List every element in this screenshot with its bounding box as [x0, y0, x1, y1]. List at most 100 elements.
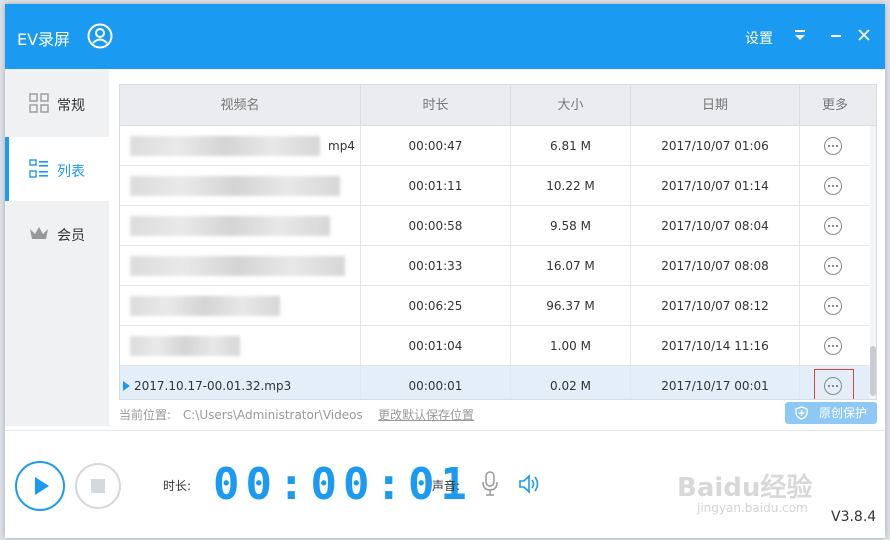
video-name-cell: 2017.10.17-00.01.32.mp3 — [120, 366, 361, 399]
play-icon — [35, 477, 49, 495]
sidebar-item-general[interactable]: 常规 — [5, 71, 109, 135]
video-name: mp4 — [328, 139, 355, 153]
table-header: 视频名 时长 大小 日期 更多 — [120, 85, 876, 126]
column-header-duration[interactable]: 时长 — [361, 85, 511, 126]
crown-icon — [30, 227, 48, 239]
change-save-location-link[interactable]: 更改默认保存位置 — [378, 406, 474, 423]
play-indicator-icon — [123, 381, 130, 391]
table-row[interactable]: 00:06:25 96.37 M 2017/10/07 08:12 — [120, 286, 876, 326]
video-name-cell — [120, 326, 361, 366]
more-options-icon[interactable] — [824, 297, 842, 315]
blurred-filename — [130, 296, 280, 316]
duration-cell: 00:06:25 — [361, 286, 511, 326]
minimize-icon[interactable] — [829, 28, 843, 42]
recorder-bar: 时长: 00:00:01 声音: Baidu经验 jingyan.baidu.c… — [5, 430, 885, 538]
stop-icon — [91, 479, 105, 493]
table-row[interactable]: mp4 00:00:47 6.81 M 2017/10/07 01:06 — [120, 126, 876, 166]
date-cell: 2017/10/07 08:08 — [631, 246, 800, 286]
close-icon[interactable] — [857, 28, 871, 42]
more-cell — [800, 166, 870, 206]
sidebar-item-member[interactable]: 会员 — [5, 201, 109, 265]
more-cell — [800, 286, 870, 326]
column-header-name[interactable]: 视频名 — [120, 85, 361, 126]
sidebar-item-list[interactable]: 列表 — [5, 137, 109, 201]
blurred-filename — [130, 336, 240, 356]
microphone-icon[interactable] — [481, 471, 499, 497]
more-cell — [800, 126, 870, 166]
sidebar-item-label: 常规 — [57, 98, 85, 114]
original-protect-button[interactable]: 原创保护 — [785, 402, 877, 424]
save-location: 当前位置: C:\Users\Administrator\Videos — [119, 406, 363, 423]
more-options-icon[interactable] — [824, 177, 842, 195]
table-row[interactable]: 00:01:33 16.07 M 2017/10/07 08:08 — [120, 246, 876, 286]
size-cell: 9.58 M — [511, 206, 631, 246]
table-row[interactable]: 00:00:58 9.58 M 2017/10/07 08:04 — [120, 206, 876, 246]
blurred-filename — [130, 136, 320, 156]
vertical-scrollbar[interactable] — [870, 126, 876, 399]
size-cell: 96.37 M — [511, 286, 631, 326]
duration-cell: 00:01:33 — [361, 246, 511, 286]
date-cell: 2017/10/07 01:14 — [631, 166, 800, 206]
blurred-filename — [130, 256, 345, 276]
record-start-button[interactable] — [15, 461, 65, 511]
list-icon — [29, 159, 48, 178]
more-options-icon[interactable] — [824, 337, 842, 355]
more-cell — [800, 246, 870, 286]
more-options-icon[interactable] — [824, 257, 842, 275]
table-row[interactable]: 00:01:04 1.00 M 2017/10/14 11:16 — [120, 326, 876, 366]
date-cell: 2017/10/07 01:06 — [631, 126, 800, 166]
location-path: C:\Users\Administrator\Videos — [182, 408, 363, 422]
more-options-icon[interactable] — [824, 217, 842, 235]
date-cell: 2017/10/07 08:12 — [631, 286, 800, 326]
dropdown-menu-icon[interactable] — [793, 28, 807, 42]
date-cell: 2017/10/07 08:04 — [631, 206, 800, 246]
video-name-cell — [120, 166, 361, 206]
column-header-date[interactable]: 日期 — [631, 85, 800, 126]
active-indicator — [5, 137, 9, 201]
protect-button-label: 原创保护 — [818, 406, 867, 420]
more-cell — [800, 366, 870, 399]
grid-icon — [29, 93, 49, 113]
more-options-icon[interactable] — [824, 377, 842, 395]
duration-cell: 00:00:47 — [361, 126, 511, 166]
size-cell: 10.22 M — [511, 166, 631, 206]
shield-icon — [795, 406, 808, 420]
user-icon[interactable] — [87, 23, 113, 49]
size-cell: 0.02 M — [511, 366, 631, 399]
column-header-more: 更多 — [821, 98, 848, 113]
table-row[interactable]: 00:01:11 10.22 M 2017/10/07 01:14 — [120, 166, 876, 206]
watermark-logo: Baidu经验 — [677, 473, 813, 503]
video-name-cell: mp4 — [120, 126, 361, 166]
scrollbar-thumb[interactable] — [870, 346, 876, 396]
location-label: 当前位置: — [119, 408, 172, 422]
watermark-url: jingyan.baidu.com — [697, 501, 808, 515]
video-name: 2017.10.17-00.01.32.mp3 — [134, 379, 292, 393]
app-title: EV录屏 — [17, 30, 71, 49]
duration-cell: 00:01:11 — [361, 166, 511, 206]
size-cell: 6.81 M — [511, 126, 631, 166]
video-name-cell — [120, 246, 361, 286]
speaker-icon[interactable] — [518, 473, 542, 495]
title-bar: EV录屏 设置 — [5, 4, 885, 69]
duration-label: 时长: — [163, 479, 192, 493]
more-options-icon[interactable] — [824, 137, 842, 155]
blurred-filename — [130, 216, 330, 236]
date-cell: 2017/10/14 11:16 — [631, 326, 800, 366]
more-cell — [800, 206, 870, 246]
table-row-selected[interactable]: 2017.10.17-00.01.32.mp3 00:00:01 0.02 M … — [120, 366, 876, 399]
duration-cell: 00:01:04 — [361, 326, 511, 366]
record-stop-button[interactable] — [75, 463, 121, 509]
sidebar-item-label: 会员 — [57, 228, 85, 244]
video-name-cell — [120, 206, 361, 246]
video-name-cell — [120, 286, 361, 326]
sound-label: 声音: — [432, 479, 461, 493]
sidebar: 常规 列表 会员 — [5, 69, 109, 426]
version-label: V3.8.4 — [831, 509, 877, 525]
duration-cell: 00:00:01 — [361, 366, 511, 399]
app-window: EV录屏 设置 常规 列表 会员 视频名 时长 大小 日期 更多 mp4 00:… — [5, 4, 885, 538]
more-cell — [800, 326, 870, 366]
size-cell: 16.07 M — [511, 246, 631, 286]
column-header-size[interactable]: 大小 — [511, 85, 631, 126]
settings-button[interactable]: 设置 — [745, 28, 773, 48]
date-cell: 2017/10/17 00:01 — [631, 366, 800, 399]
